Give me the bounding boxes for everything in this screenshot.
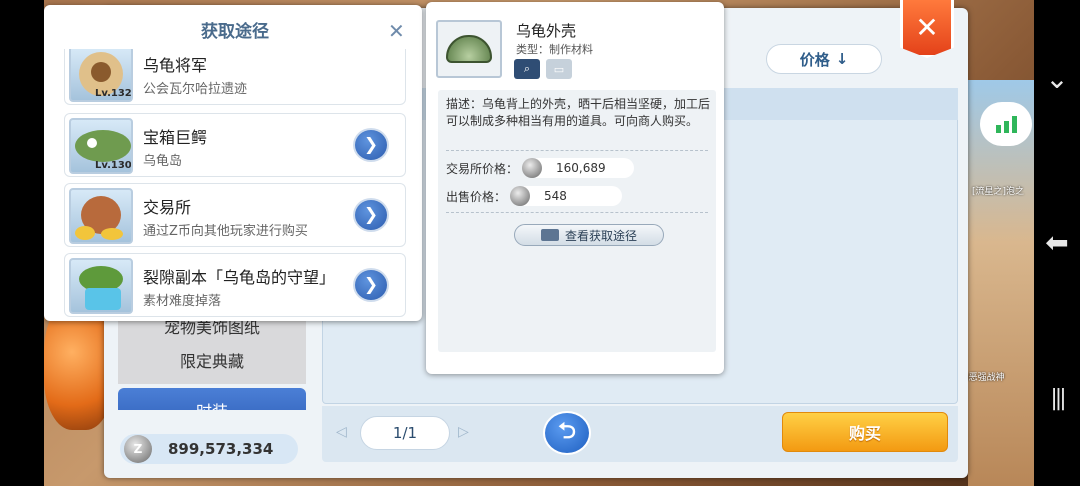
currency-amount: 899,573,334 <box>168 440 274 458</box>
source-name: 裂隙副本「乌龟岛的守望」 <box>143 268 336 287</box>
level-badge: Lv.132 <box>95 88 132 99</box>
sell-price-label: 出售价格： <box>446 189 507 204</box>
close-shop-button[interactable]: ✕ <box>900 0 954 58</box>
search-source-icon[interactable]: ⌕ <box>514 59 540 79</box>
acquisition-list: Lv.132 乌龟将军 公会瓦尔哈拉遗迹 Lv.130 宝箱巨鳄 乌龟岛 ❯ 交… <box>62 49 408 321</box>
buy-label: 购买 <box>848 424 881 443</box>
category-label: 时装 <box>196 398 228 410</box>
exchange-price: 160,689 <box>556 161 606 175</box>
page-number: 1/1 <box>392 424 418 442</box>
chevron-right-icon: ❯ <box>363 205 379 225</box>
exchange-price-label: 交易所价格： <box>446 161 519 176</box>
scene-player-label: [流星之]泡之 <box>972 187 1025 197</box>
screen-left-edge <box>0 0 44 486</box>
search-source-icon <box>540 229 559 241</box>
network-signal-widget[interactable] <box>980 102 1032 146</box>
exchange-price-row: 交易所价格： <box>446 158 543 178</box>
price-sort-label: 价格 <box>799 50 830 69</box>
buy-button[interactable]: 购买 <box>782 412 948 452</box>
coin-bag-icon <box>69 188 133 244</box>
turtle-general-portrait: Lv.132 <box>69 49 133 102</box>
chest-crocodile-portrait: Lv.130 <box>69 118 133 174</box>
zeny-coin-icon <box>510 186 531 206</box>
close-x-icon[interactable]: ✕ <box>388 19 405 43</box>
view-source-button[interactable]: 查看获取途径 <box>514 224 664 246</box>
list-item[interactable]: 裂隙副本「乌龟岛的守望」 素材难度掉落 ❯ <box>64 253 406 317</box>
go-button[interactable]: ❯ <box>353 128 389 162</box>
sell-price-row: 出售价格： <box>446 186 531 206</box>
source-name: 宝箱巨鳄 <box>143 128 208 147</box>
return-button[interactable]: ⮌ <box>543 411 591 455</box>
zeny-coin-icon <box>522 158 543 178</box>
acquisition-popup: 获取途径 ✕ Lv.132 乌龟将军 公会瓦尔哈拉遗迹 Lv.130 宝箱巨鳄 … <box>44 5 422 321</box>
item-type: 类型：制作材料 <box>516 43 593 56</box>
chevron-right-icon: ❯ <box>363 275 379 295</box>
chevron-right-icon: ❯ <box>363 135 379 155</box>
turtle-island-icon <box>69 258 133 314</box>
sell-price-pill: 548 <box>516 186 622 206</box>
item-detail-box: 描述：乌龟背上的外壳，晒干后相当坚硬，加工后可以制成多种相当有用的道具。可向商人… <box>438 90 716 352</box>
category-item-active[interactable]: 时装 <box>118 388 306 410</box>
item-detail-popup: 乌龟外壳 类型：制作材料 ⌕ ▭ 描述：乌龟背上的外壳，晒干后相当坚硬，加工后可… <box>426 2 724 374</box>
recents-icon[interactable]: ||| <box>1034 386 1080 411</box>
list-item[interactable]: 交易所 通过Z币向其他玩家进行购买 ❯ <box>64 183 406 247</box>
turtle-shell-icon <box>446 35 492 63</box>
popup-title: 获取途径 <box>201 22 269 42</box>
zeny-coin-icon: Z <box>124 435 152 463</box>
price-sort-button[interactable]: 价格 ↓ <box>766 44 882 74</box>
item-thumbnail <box>436 20 502 78</box>
page-prev-icon[interactable]: ◁ <box>336 424 347 440</box>
close-x-icon: ✕ <box>915 11 939 44</box>
scene-player-label: Ⅰ恶强战神 <box>966 373 1005 383</box>
go-button[interactable]: ❯ <box>353 198 389 232</box>
level-badge: Lv.130 <box>95 160 132 171</box>
source-location: 乌龟岛 <box>143 154 183 169</box>
source-name: 交易所 <box>143 198 192 217</box>
divider <box>446 212 708 213</box>
category-label: 限定典藏 <box>179 352 244 371</box>
source-location: 公会瓦尔哈拉遗迹 <box>143 82 248 97</box>
system-navigation-bar: ⌄ ⬅ ||| <box>1034 0 1080 486</box>
return-arrow-icon: ⮌ <box>558 419 576 444</box>
source-location: 素材难度掉落 <box>143 294 222 309</box>
divider <box>446 150 708 151</box>
view-source-label: 查看获取途径 <box>564 228 637 243</box>
source-location: 通过Z币向其他玩家进行购买 <box>143 224 308 239</box>
list-item[interactable]: Lv.130 宝箱巨鳄 乌龟岛 ❯ <box>64 113 406 177</box>
back-arrow-icon[interactable]: ⬅ <box>1034 226 1080 259</box>
page-indicator: 1/1 <box>360 416 450 450</box>
item-description: 描述：乌龟背上的外壳，晒干后相当坚硬，加工后可以制成多种相当有用的道具。可向商人… <box>446 97 711 128</box>
bag-icon[interactable]: ▭ <box>546 59 572 79</box>
sort-down-arrow-icon: ↓ <box>835 50 849 68</box>
category-item[interactable]: 限定典藏 <box>118 336 306 384</box>
exchange-price-pill: 160,689 <box>528 158 634 178</box>
source-name: 乌龟将军 <box>143 56 208 75</box>
signal-bars-icon <box>995 115 1017 133</box>
go-button[interactable]: ❯ <box>353 268 389 302</box>
list-item[interactable]: Lv.132 乌龟将军 公会瓦尔哈拉遗迹 <box>64 49 406 105</box>
currency-display: Z 899,573,334 <box>120 434 298 464</box>
page-next-icon[interactable]: ▷ <box>458 424 469 440</box>
sell-price: 548 <box>544 189 567 203</box>
collapse-chevron-icon[interactable]: ⌄ <box>1034 62 1080 95</box>
item-name: 乌龟外壳 <box>516 22 577 40</box>
